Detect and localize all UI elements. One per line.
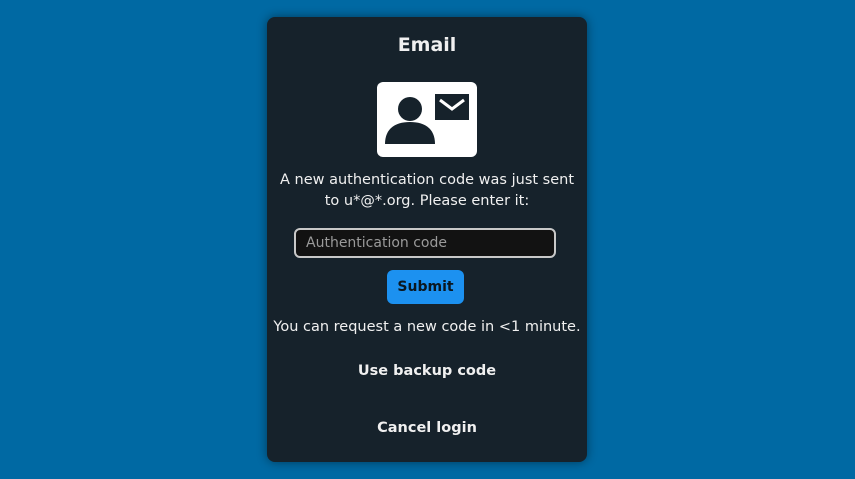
dialog-title: Email xyxy=(397,34,457,56)
submit-button[interactable]: Submit xyxy=(387,270,464,304)
id-card-email-icon xyxy=(377,82,477,157)
authentication-code-input[interactable] xyxy=(294,228,556,258)
email-auth-dialog: Email A new authentication code was just… xyxy=(267,17,587,462)
code-sent-message: A new authentication code was just sent … xyxy=(279,172,575,209)
use-backup-code-button[interactable]: Use backup code xyxy=(327,357,527,385)
cancel-login-button[interactable]: Cancel login xyxy=(327,414,527,442)
resend-code-notice: You can request a new code in <1 minute. xyxy=(273,319,581,335)
